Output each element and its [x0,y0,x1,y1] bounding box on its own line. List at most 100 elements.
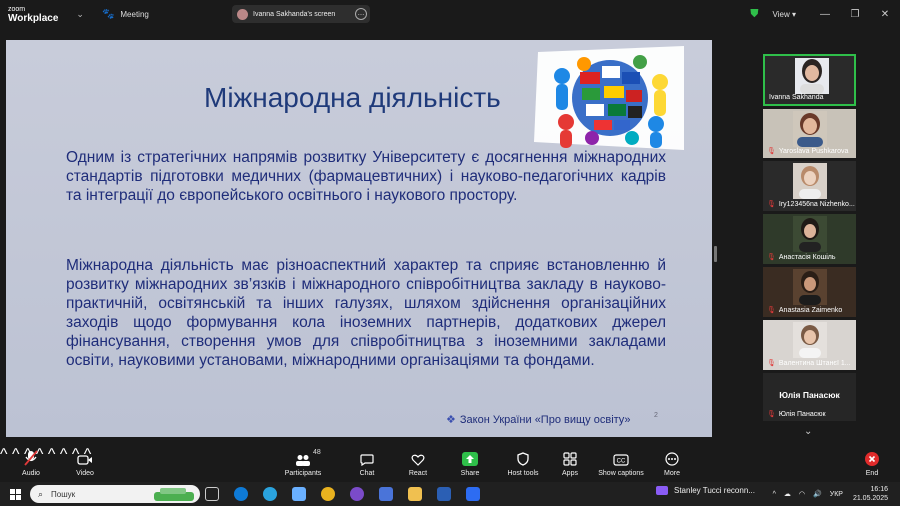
chevron-down-icon[interactable]: ⌄ [76,9,84,20]
chevron-down-icon[interactable]: ⌄ [804,426,812,437]
chat-icon [354,446,380,466]
more-button[interactable]: More [658,446,686,477]
audio-button[interactable]: Audio [14,446,48,477]
slide-title: Міжнародна діяльність [204,82,501,113]
participant-video [793,269,827,305]
more-dots-icon [658,446,686,466]
file-explorer-icon[interactable] [408,487,422,501]
taskbar-notification[interactable]: Stanley Tucci reconn... [656,486,755,495]
mic-muted-icon: 🎙 [767,411,776,418]
notification-text: Stanley Tucci reconn... [674,486,755,495]
slide-paragraph-1: Одним із стратегічних напрямів розвитку … [66,149,666,204]
globe-people-image [534,46,684,150]
mic-muted-icon: 🎙 [767,307,776,314]
zoom-logo: zoom Workplace [8,5,59,24]
show-captions-button[interactable]: CC Show captions [596,446,646,477]
show-captions-label: Show captions [598,470,644,477]
end-label: End [865,470,879,477]
wifi-icon[interactable]: ◠ [799,490,805,498]
system-tray: ^ ☁ ◠ 🔊 УКР 16:16 21.05.2025 [765,482,900,506]
participant-name: 🎙 Анастасія Кошіль [767,253,836,262]
search-placeholder: Пошук [51,489,76,499]
host-tools-button[interactable]: Host tools [504,446,542,477]
restore-button[interactable]: ❐ [840,9,870,20]
share-options-caret[interactable]: ^ [60,446,68,463]
zoom-app-icon[interactable] [466,487,480,501]
participant-tile[interactable]: Юлія Панасюк 🎙 Юлія Панасюк [763,373,856,421]
footnote-text: Закон України «Про вищу освіту» [459,414,631,426]
participant-tile[interactable]: Ivanna Sakhanda [763,54,856,106]
video-button[interactable]: Video [68,446,102,477]
video-camera-icon [68,446,102,466]
heart-icon [404,446,432,466]
end-call-icon [858,446,886,466]
host-tools-label: Host tools [507,470,539,477]
participant-tile[interactable]: 🎙 Anastasia Zaimenko [763,267,856,317]
participant-tile[interactable]: 🎙 Iry123456na Nizhenko... [763,161,856,211]
word-icon[interactable] [437,487,451,501]
viber-icon[interactable] [350,487,364,501]
end-button[interactable]: End [858,446,886,477]
cloud-icon[interactable]: ☁ [784,490,791,498]
mic-muted-icon: 🎙 [767,201,776,208]
participant-big-name: Юлія Панасюк [779,390,840,400]
taskbar-clock[interactable]: 16:16 21.05.2025 [853,485,888,503]
language-indicator[interactable]: УКР [830,491,843,498]
participant-tile[interactable]: 🎙 Анастасія Кошіль [763,214,856,264]
mic-muted-icon: 🎙 [767,148,776,155]
clock-date: 21.05.2025 [852,495,888,502]
participants-label: Participants [284,470,322,477]
task-view-icon[interactable] [205,487,219,501]
share-button[interactable]: Share [456,446,484,477]
shared-slide: Міжнародна діяльність Одним із стратегіч… [6,40,712,437]
participant-tile[interactable]: 🎙 Валентина Штанєї 1... [763,320,856,370]
participant-name: 🎙 Iry123456na Nizhenko... [767,200,855,209]
chat-button[interactable]: Chat [354,446,380,477]
volume-icon[interactable]: 🔊 [813,490,822,498]
screen-share-indicator[interactable]: Ivanna Sakhanda's screen … [232,5,370,23]
participant-video [793,322,827,358]
view-caret: ▾ [791,9,796,19]
participant-name: 🎙 Валентина Штанєї 1... [767,359,851,368]
audio-options-caret[interactable]: ^ [0,446,8,463]
shield-icon[interactable]: ⛊ [750,8,758,21]
tray-expand-icon[interactable]: ^ [773,491,776,498]
mic-muted-icon: 🎙 [767,360,776,367]
participant-video [793,111,827,147]
video-icon [656,486,668,495]
taskbar-search-box[interactable]: ⌕ Пошук [30,485,200,503]
participant-tile[interactable]: 🎙 Yaroslava Pushkarova [763,109,856,158]
photos-icon[interactable] [292,487,306,501]
react-options-caret[interactable]: ^ [48,446,56,463]
window-controls: ⛊ View ▾ — ❐ ✕ [750,0,900,28]
view-label: View [772,9,790,19]
minimize-button[interactable]: — [810,9,840,20]
participants-count: 48 [313,449,321,456]
share-arrow-icon [456,446,484,466]
view-button[interactable]: View ▾ [773,10,796,19]
participant-name: Ivanna Sakhanda [769,94,824,101]
react-button[interactable]: React [404,446,432,477]
apps-grid-icon [556,446,584,466]
more-label: More [664,470,680,477]
apps-button[interactable]: Apps [556,446,584,477]
avatar [237,8,248,20]
captions-icon: CC [596,446,646,466]
meeting-tab[interactable]: 🐾 Meeting [102,9,149,20]
close-button[interactable]: ✕ [870,9,900,20]
more-options-button[interactable]: … [355,8,367,20]
paw-icon: 🐾 [101,8,115,20]
panel-resize-handle[interactable] [714,246,717,262]
edge-browser-icon[interactable] [234,487,248,501]
logo-line2: Workplace [8,13,59,24]
audio-label: Audio [22,470,40,477]
app-q-icon[interactable] [379,487,393,501]
chrome-icon[interactable] [321,487,335,501]
meeting-label: Meeting [120,9,149,19]
windows-start-icon[interactable] [10,488,21,500]
slide-paragraph-2: Міжнародна діяльність має різноаспектний… [66,257,666,369]
clock-time: 16:16 [870,486,888,493]
telegram-icon[interactable] [263,487,277,501]
participant-name: 🎙 Yaroslava Pushkarova [767,147,849,156]
diamond-bullet-icon: ❖ [446,414,456,426]
